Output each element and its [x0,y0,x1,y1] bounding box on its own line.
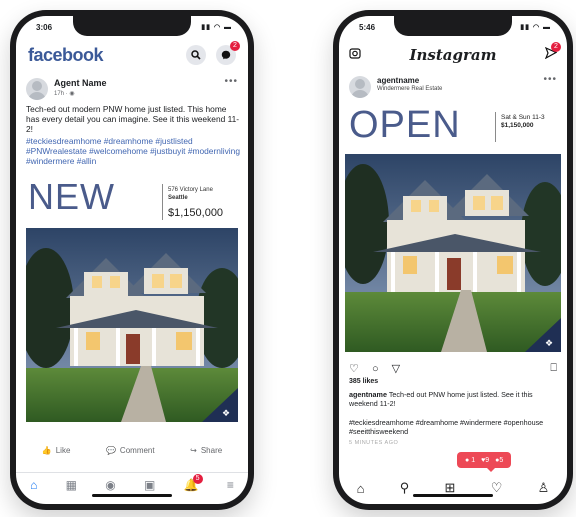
post-timestamp: 5 MINUTES AGO [349,440,399,446]
post-subtitle: Windermere Real Estate [377,86,443,92]
more-options-icon[interactable]: ••• [224,76,238,87]
share-button[interactable]: ↪ Share [190,446,222,455]
post-author[interactable]: Agent Name [54,78,107,88]
post-header: Agent Name 17h · ◉ ••• [26,76,238,102]
comment-button[interactable]: 💬 Comment [106,446,155,455]
post-text: Tech-ed out modern PNW home just listed.… [26,104,240,135]
facebook-logo: facebook [28,44,104,65]
camera-icon[interactable] [349,46,361,64]
instagram-phone: 5:46 ▮▮ ◠ ▬ Instagram 2 agentname Winder… [333,10,573,510]
facebook-phone: 3:06 ▮▮ ◠ ▬ facebook 2 Agent Name 17h · … [10,10,254,510]
messenger-badge: 2 [230,41,240,51]
comment-icon[interactable]: ○ [372,363,379,375]
post-actions: ♡ ○ ▽ ⎕ [349,360,557,376]
share-icon: ↪ [190,446,197,455]
activity-notification[interactable]: ● 1 ♥9 ●5 [457,452,512,472]
share-icon[interactable]: ▽ [392,363,400,375]
search-icon[interactable]: ⚲ [400,480,410,496]
notification-badge: 5 [192,473,203,484]
instagram-screen: 5:46 ▮▮ ◠ ▬ Instagram 2 agentname Winder… [339,16,567,504]
status-time: 5:46 [359,22,376,32]
facebook-screen: 3:06 ▮▮ ◠ ▬ facebook 2 Agent Name 17h · … [16,16,248,504]
caption-username[interactable]: agentname [349,390,387,399]
ad-address: 576 Victory Lane Seattle [168,187,213,201]
svg-text:❖: ❖ [222,409,230,419]
search-icon[interactable] [185,45,206,65]
comment-count: ● 1 [465,456,476,464]
thumbs-up-icon: 👍 [41,446,52,455]
likes-count[interactable]: 385 likes [349,378,378,385]
ad-date: Sat & Sun 11-3 $1,150,000 [501,114,545,129]
bottom-nav: ⌂ ▦ ◉ ▣ 🔔 5 ≡ [16,472,248,496]
home-indicator [413,494,493,497]
signal-icons: ▮▮ ◠ ▬ [201,24,232,31]
heart-icon[interactable]: ♡ [349,363,359,375]
home-icon[interactable]: ⌂ [357,481,365,496]
ad-price: $1,150,000 [168,207,224,219]
comment-icon: 💬 [105,446,116,455]
ad-headline: NEW [28,176,115,217]
post-hashtags[interactable]: #teckiesdreamhome #dreamhome #windermere… [349,418,557,436]
facebook-header: facebook 2 [28,41,240,68]
globe-icon: ◉ [69,91,75,97]
avatar[interactable] [26,78,48,100]
instagram-header: Instagram 2 [349,42,561,68]
messenger-icon[interactable]: 2 [216,41,240,65]
marketplace-icon[interactable]: ▦ [66,478,77,492]
signal-icons: ▮▮ ◠ ▬ [520,24,551,31]
ad-headline: OPEN [349,104,461,146]
more-options-icon[interactable]: ••• [543,74,557,85]
ad-headline-block: OPEN Sat & Sun 11-3 $1,150,000 [347,102,559,154]
notifications-icon[interactable]: 🔔 5 [184,473,203,492]
like-count: ♥9 [481,456,490,464]
marketing-mockup: 3:06 ▮▮ ◠ ▬ facebook 2 Agent Name 17h · … [0,0,576,517]
direct-badge: 2 [551,42,561,52]
home-indicator [92,494,172,497]
phone-notch [73,16,191,36]
ad-divider [162,184,163,220]
svg-text:❖: ❖ [545,339,553,349]
post-time: 17h · ◉ [54,91,75,97]
menu-icon[interactable]: ≡ [227,478,234,492]
profile-icon[interactable]: ♙ [538,480,550,496]
post-username[interactable]: agentname [377,76,419,85]
home-icon[interactable]: ⌂ [30,478,37,492]
follow-count: ●5 [495,456,504,464]
post-header: agentname Windermere Real Estate ••• [349,74,557,98]
house-photo[interactable]: ❖ [26,228,238,422]
bookmark-icon[interactable]: ⎕ [550,362,557,375]
comment-bubble-icon: ● [465,456,470,464]
house-photo[interactable]: ❖ [345,154,561,352]
pages-icon[interactable]: ▣ [144,478,155,492]
ad-headline-block: NEW 576 Victory Lane Seattle $1,150,000 [26,176,238,228]
post-actions: 👍 Like 💬 Comment ↪ Share [24,446,240,455]
ad-divider [495,112,496,142]
post-caption: agentname Tech-ed out PNW home just list… [349,390,557,408]
instagram-logo: Instagram [409,46,497,64]
like-button[interactable]: 👍 Like [42,446,71,455]
avatar[interactable] [349,76,371,98]
groups-icon[interactable]: ◉ [105,478,115,492]
status-time: 3:06 [36,22,53,32]
post-hashtags[interactable]: #teckiesdreamhome #dreamhome #justlisted… [26,136,240,167]
direct-message-icon[interactable]: 2 [544,42,561,64]
phone-notch [394,16,512,36]
